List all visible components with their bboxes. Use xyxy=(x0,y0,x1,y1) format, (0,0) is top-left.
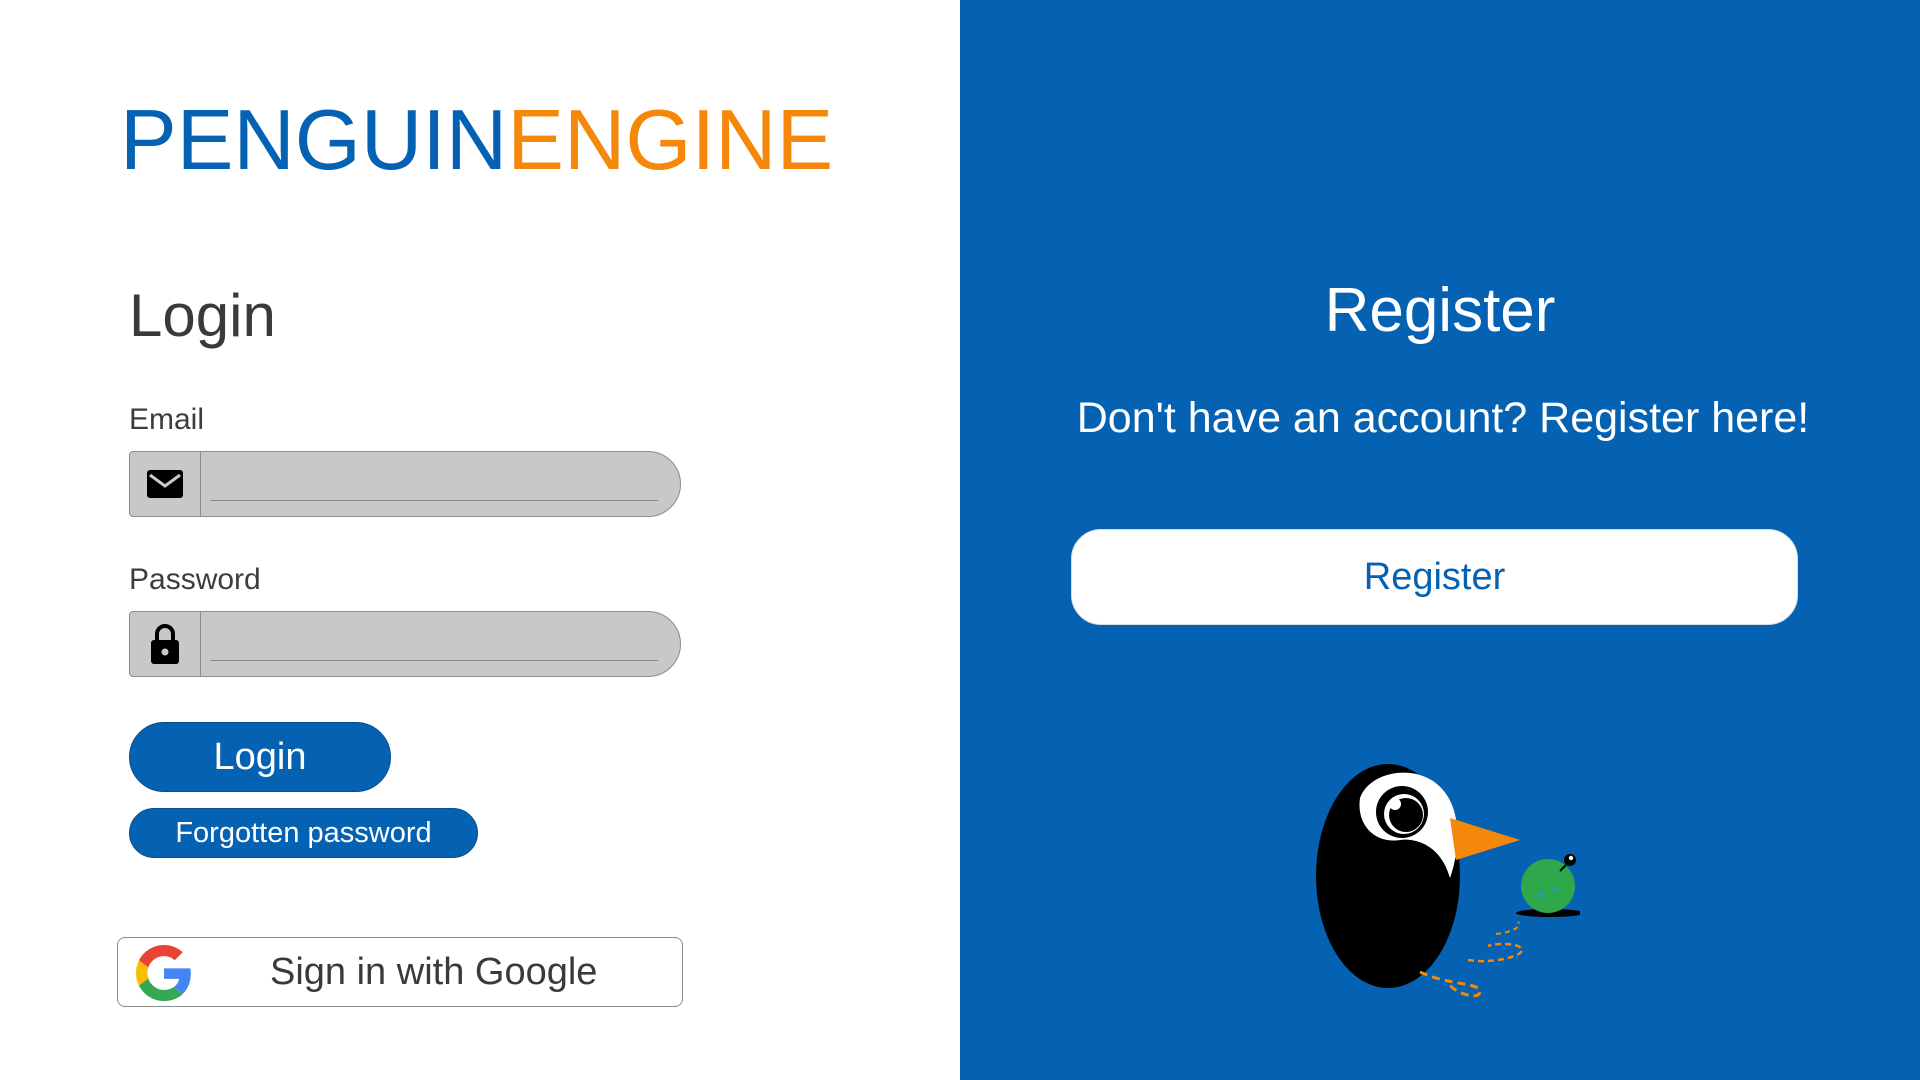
email-input[interactable] xyxy=(210,460,658,501)
logo-part-penguin: PENGUIN xyxy=(120,93,508,188)
google-icon xyxy=(136,945,191,1001)
email-label: Email xyxy=(129,403,205,436)
google-sign-in-label: Sign in with Google xyxy=(270,951,598,993)
register-subtitle: Don't have an account? Register here! xyxy=(1076,394,1810,442)
register-heading: Register xyxy=(1324,276,1556,345)
logo-part-engine: ENGINE xyxy=(507,93,834,188)
app-logo: PENGUINENGINE xyxy=(120,98,833,183)
penguin-illustration xyxy=(1316,764,1580,998)
login-panel: PENGUINENGINE Login Email Password Login… xyxy=(0,0,960,1080)
login-button[interactable]: Login xyxy=(129,722,391,792)
lock-icon xyxy=(130,612,201,676)
forgotten-password-button[interactable]: Forgotten password xyxy=(129,808,478,858)
password-field xyxy=(129,611,681,677)
register-button[interactable]: Register xyxy=(1071,529,1798,625)
register-panel: Register Don't have an account? Register… xyxy=(960,0,1920,1080)
email-field xyxy=(129,451,681,517)
password-label: Password xyxy=(129,563,261,596)
envelope-icon xyxy=(130,452,201,516)
password-input[interactable] xyxy=(210,620,658,661)
login-heading: Login xyxy=(129,282,276,349)
google-sign-in-button[interactable]: Sign in with Google xyxy=(117,937,683,1007)
